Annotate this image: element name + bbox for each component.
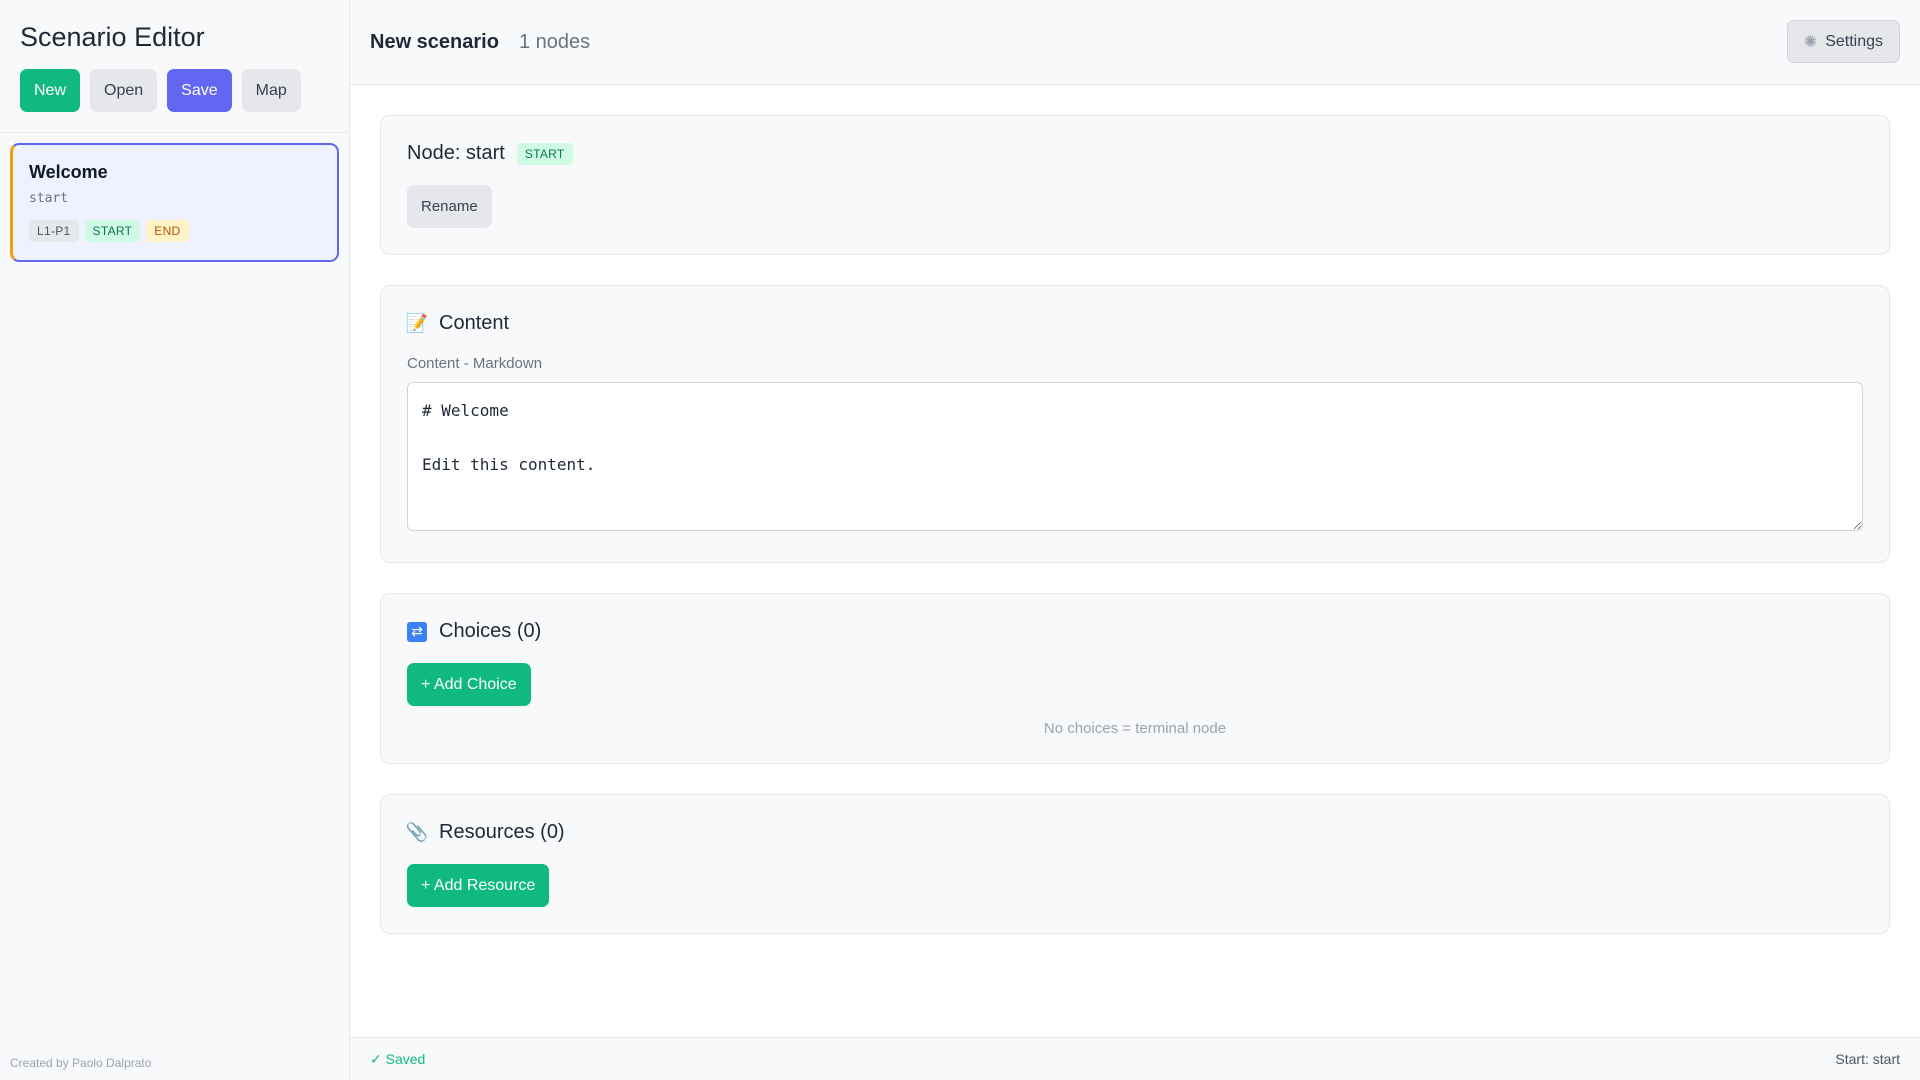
- add-choice-button[interactable]: + Add Choice: [407, 663, 531, 706]
- choices-title: Choices (0): [439, 620, 542, 642]
- shuffle-icon: ⇄: [407, 621, 427, 642]
- content-panel-head: 📝 Content: [405, 312, 1863, 335]
- open-button[interactable]: Open: [90, 69, 158, 112]
- map-button[interactable]: Map: [241, 69, 301, 112]
- node-card-badges: L1-P1 START END: [29, 220, 321, 242]
- node-count: 1 nodes: [518, 30, 591, 53]
- position-badge: L1-P1: [29, 220, 79, 242]
- gear-icon: ✺: [1803, 33, 1818, 51]
- choices-empty-hint: No choices = terminal node: [1043, 720, 1227, 737]
- choices-panel: ⇄ Choices (0) + Add Choice No choices = …: [380, 593, 1890, 764]
- resources-panel-head: 📎 Resources (0): [405, 821, 1863, 844]
- node-panel-head: Node: start START: [407, 142, 1863, 165]
- node-panel: Node: start START Rename: [380, 115, 1890, 255]
- save-button[interactable]: Save: [167, 69, 232, 112]
- content-panel: 📝 Content Content - Markdown: [380, 285, 1890, 563]
- statusbar: ✓ Saved Start: start: [350, 1037, 1920, 1080]
- paperclip-icon: 📎: [405, 822, 429, 842]
- start-badge: START: [84, 220, 141, 242]
- toolbar: New Open Save Map: [20, 69, 329, 112]
- node-card-title: Welcome: [29, 162, 108, 182]
- content-title: Content: [439, 312, 510, 334]
- add-resource-button[interactable]: + Add Resource: [407, 864, 550, 907]
- node-list: Welcome start L1-P1 START END: [0, 133, 349, 1080]
- node-card-id: start: [29, 191, 69, 206]
- settings-label: Settings: [1825, 32, 1883, 50]
- memo-icon: 📝: [405, 313, 429, 333]
- editor-content: Node: start START Rename 📝 Content Conte…: [350, 85, 1920, 1080]
- credits: Created by Paolo Dalprato: [10, 1056, 152, 1070]
- resources-title: Resources (0): [439, 821, 565, 843]
- content-field-label: Content - Markdown: [407, 355, 543, 372]
- scenario-name: New scenario: [370, 30, 499, 53]
- markdown-editor[interactable]: [407, 382, 1863, 531]
- topbar: New scenario 1 nodes ✺ Settings: [350, 0, 1920, 85]
- node-title: Node: start: [407, 142, 505, 164]
- end-badge: END: [146, 220, 189, 242]
- node-start-badge: START: [516, 142, 573, 165]
- save-status: ✓ Saved: [370, 1050, 426, 1067]
- start-node-status: Start: start: [1835, 1051, 1900, 1067]
- sidebar-header: Scenario Editor New Open Save Map: [0, 0, 349, 133]
- new-button[interactable]: New: [20, 69, 81, 112]
- app-title: Scenario Editor: [20, 22, 205, 52]
- choices-panel-head: ⇄ Choices (0): [407, 620, 1863, 643]
- settings-button[interactable]: ✺ Settings: [1786, 20, 1900, 63]
- resources-panel: 📎 Resources (0) + Add Resource: [380, 794, 1890, 934]
- sidebar: Scenario Editor New Open Save Map Welcom…: [0, 0, 350, 1080]
- main-area: New scenario 1 nodes ✺ Settings Node: st…: [350, 0, 1920, 1080]
- rename-button[interactable]: Rename: [407, 185, 492, 228]
- node-card-welcome[interactable]: Welcome start L1-P1 START END: [10, 143, 339, 262]
